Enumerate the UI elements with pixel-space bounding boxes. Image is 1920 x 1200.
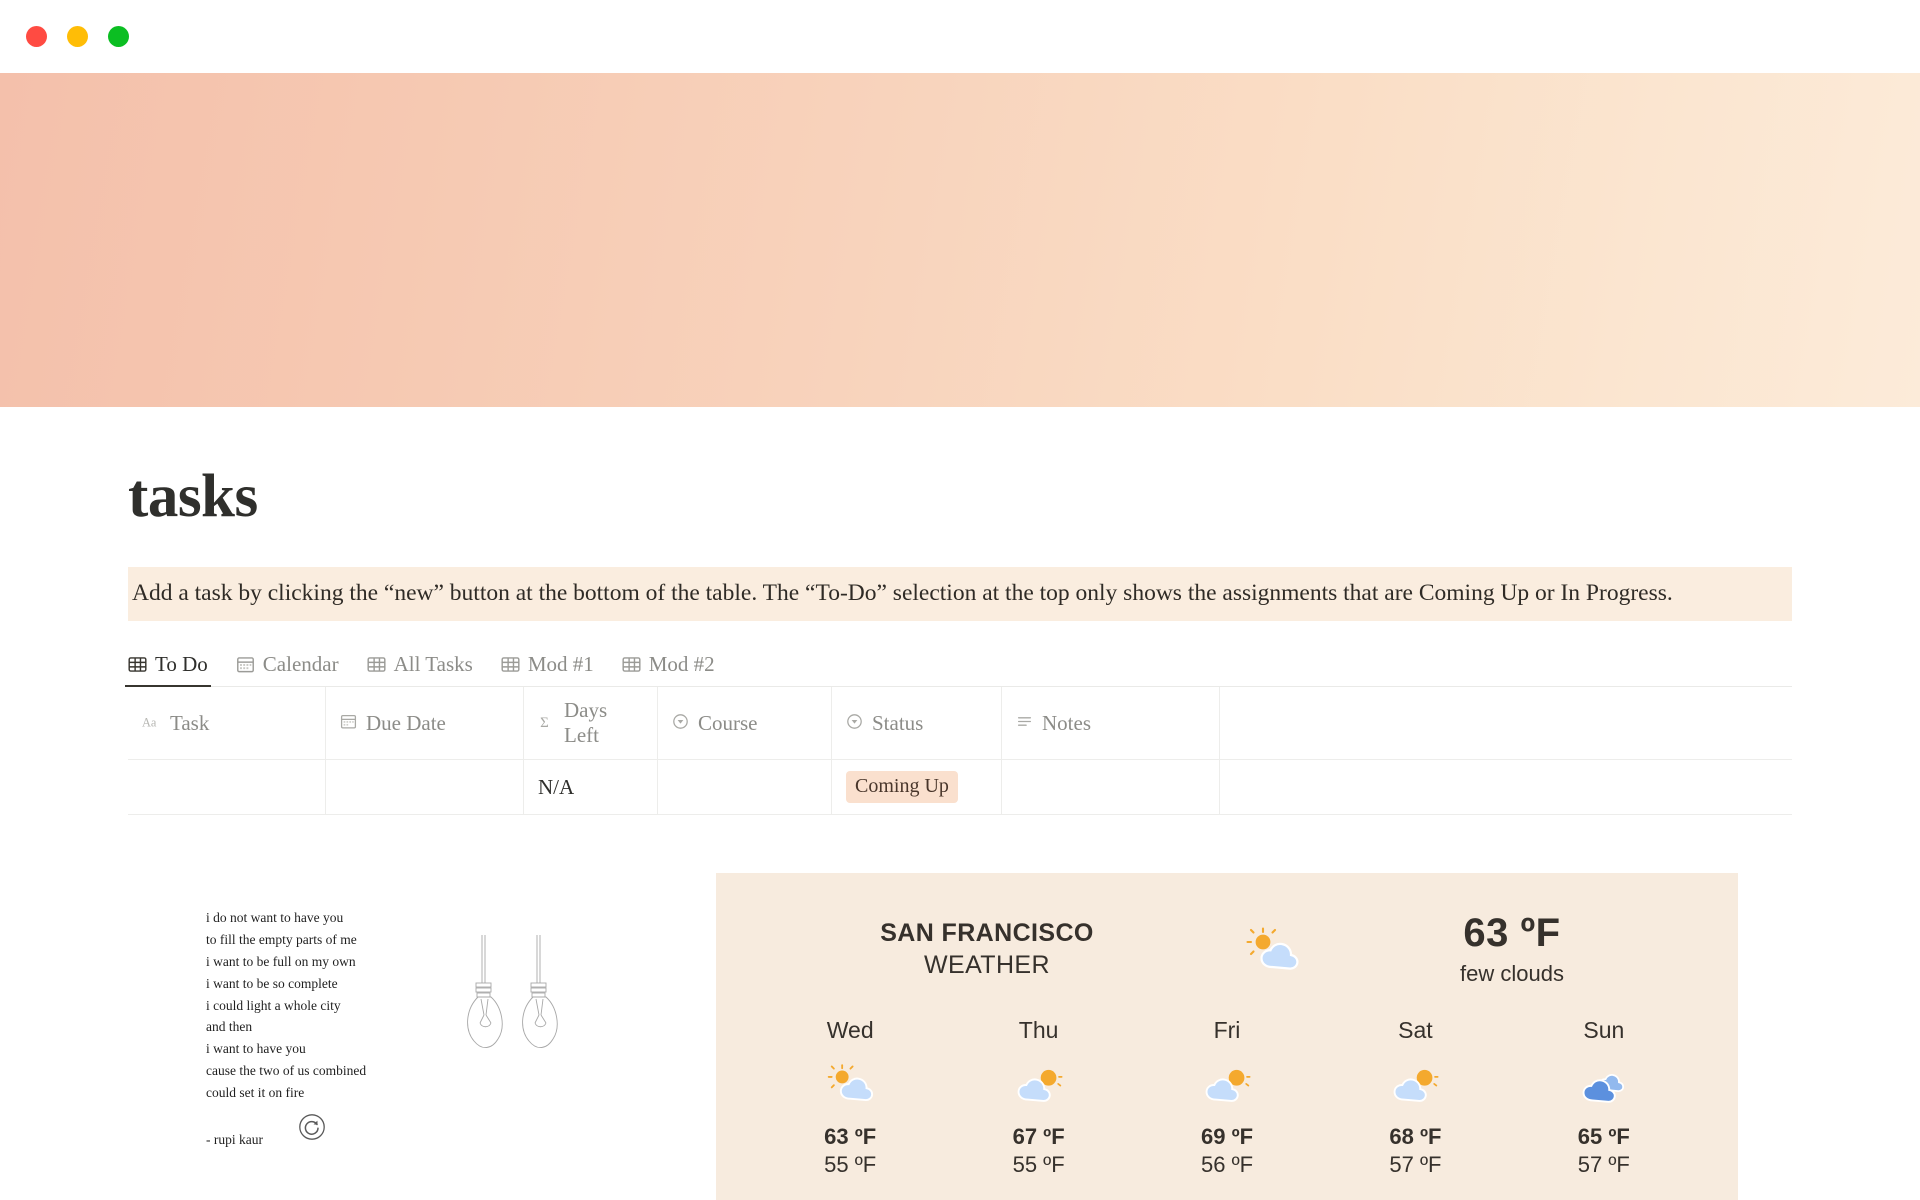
- tab-label: Mod #2: [648, 652, 715, 677]
- column-label: Status: [872, 710, 924, 735]
- minimize-window-button[interactable]: [67, 26, 88, 47]
- calendar-icon: [340, 711, 357, 736]
- column-header-add-property[interactable]: [1220, 687, 1792, 759]
- column-label: Course: [698, 710, 758, 735]
- column-label: Days Left: [564, 698, 608, 748]
- column-header-days-left[interactable]: Σ Days Left: [524, 687, 658, 760]
- cloud-with-sun-right-icon: [1133, 1058, 1321, 1108]
- traffic-lights: [26, 26, 129, 47]
- calendar-icon: [236, 655, 255, 674]
- tab-label: Calendar: [262, 652, 339, 677]
- tab-all-tasks[interactable]: All Tasks: [367, 652, 473, 686]
- cell-status[interactable]: Coming Up: [832, 760, 1002, 815]
- cell-due-date[interactable]: [326, 760, 524, 815]
- weather-city-name: SAN FRANCISCO: [880, 918, 1094, 947]
- formula-sigma-icon: Σ: [538, 711, 555, 736]
- forecast-day-sat: Sat 68 ºF 57 ºF: [1321, 1017, 1509, 1178]
- status-badge: Coming Up: [846, 771, 958, 804]
- weather-forecast-row: Wed 63 ºF 55 ºF Thu 67 ºF 55 ºF Fri 69 º…: [756, 1017, 1698, 1178]
- column-header-due-date[interactable]: Due Date: [326, 687, 524, 760]
- column-header-task[interactable]: Aa Task: [128, 687, 326, 760]
- page-cover-image: [0, 73, 1920, 407]
- forecast-day-thu: Thu 67 ºF 55 ºF: [944, 1017, 1132, 1178]
- forecast-low-temp: 57 ºF: [1389, 1152, 1442, 1178]
- poem-widget: i do not want to have you to fill the em…: [128, 873, 688, 1173]
- tab-label: All Tasks: [393, 652, 473, 677]
- forecast-day-name: Sun: [1583, 1017, 1625, 1044]
- forecast-day-sun: Sun 65 ºF 57 ºF: [1510, 1017, 1698, 1178]
- text-lines-icon: [1016, 711, 1033, 736]
- table-icon: [128, 655, 147, 674]
- tasks-table: Aa Task Due Date Σ Days Left Course Stat…: [128, 687, 1792, 816]
- tab-label: Mod #1: [527, 652, 594, 677]
- page-content: tasks Add a task by clicking the “new” b…: [0, 463, 1920, 1200]
- forecast-low-temp: 55 ºF: [824, 1152, 877, 1178]
- cell-days-left[interactable]: N/A: [524, 760, 658, 815]
- weather-location: SAN FRANCISCO WEATHER: [787, 919, 1187, 980]
- table-icon: [367, 655, 386, 674]
- forecast-high-temp: 69 ºF: [1200, 1124, 1254, 1150]
- column-header-notes[interactable]: Notes: [1002, 687, 1220, 760]
- database-view-tabs: To Do Calendar All Tasks Mod #1 Mod #2: [125, 643, 1792, 688]
- poem-author: - rupi kaur: [206, 1131, 263, 1147]
- forecast-low-temp: 55 ºF: [1012, 1152, 1065, 1178]
- column-label: Notes: [1042, 710, 1091, 735]
- forecast-high-temp: 63 ºF: [824, 1124, 877, 1150]
- weather-current-readout: 63 ºF few clouds: [1357, 911, 1667, 987]
- forecast-low-temp: 56 ºF: [1200, 1152, 1254, 1178]
- column-header-course[interactable]: Course: [658, 687, 832, 760]
- select-chevron-icon: [672, 711, 689, 736]
- bottom-widgets: i do not want to have you to fill the em…: [128, 873, 1792, 1200]
- poem-text: i do not want to have you to fill the em…: [206, 910, 367, 1101]
- sun-behind-cloud-icon: [756, 1058, 944, 1108]
- forecast-day-fri: Fri 69 ºF 56 ºF: [1133, 1017, 1321, 1178]
- table-icon: [622, 655, 641, 674]
- forecast-high-temp: 68 ºF: [1389, 1124, 1442, 1150]
- page-title: tasks: [128, 463, 258, 530]
- weather-current-conditions: SAN FRANCISCO WEATHER 63 ºF few clouds: [756, 903, 1698, 1017]
- column-header-status[interactable]: Status: [832, 687, 1002, 760]
- tab-to-do[interactable]: To Do: [125, 652, 211, 688]
- forecast-high-temp: 65 ºF: [1577, 1124, 1630, 1150]
- forecast-high-temp: 67 ºF: [1012, 1124, 1065, 1150]
- weather-current-temperature: 63 ºF: [1463, 911, 1561, 956]
- forecast-day-name: Wed: [826, 1017, 874, 1044]
- broken-clouds-icon: [1510, 1058, 1698, 1108]
- weather-widget: SAN FRANCISCO WEATHER 63 ºF few clouds W…: [716, 873, 1738, 1200]
- cell-notes[interactable]: [1002, 760, 1220, 815]
- zoom-window-button[interactable]: [108, 26, 129, 47]
- forecast-day-wed: Wed 63 ºF 55 ºF: [756, 1017, 944, 1178]
- table-header-row: Aa Task Due Date Σ Days Left Course Stat…: [128, 687, 1792, 761]
- tab-label: To Do: [155, 652, 208, 677]
- column-label: Due Date: [366, 710, 446, 735]
- forecast-day-name: Sat: [1398, 1017, 1433, 1044]
- forecast-low-temp: 57 ºF: [1577, 1152, 1630, 1178]
- table-row[interactable]: N/A Coming Up: [128, 760, 1792, 816]
- close-window-button[interactable]: [26, 26, 47, 47]
- forecast-day-name: Thu: [1018, 1017, 1059, 1044]
- title-text-icon: Aa: [142, 711, 161, 736]
- sun-behind-cloud-icon: [1187, 925, 1357, 973]
- window-title-bar: [0, 0, 1920, 73]
- weather-subtitle: WEATHER: [924, 950, 1050, 979]
- instruction-callout: Add a task by clicking the “new” button …: [128, 567, 1792, 622]
- cell-course[interactable]: [658, 760, 832, 815]
- cloud-with-sun-right-icon: [944, 1058, 1132, 1108]
- svg-text:Σ: Σ: [540, 714, 549, 729]
- weather-current-description: few clouds: [1460, 961, 1564, 987]
- cell-empty: [1220, 760, 1792, 814]
- table-icon: [501, 655, 520, 674]
- select-chevron-icon: [846, 711, 863, 736]
- svg-text:Aa: Aa: [142, 715, 157, 729]
- tab-mod-2[interactable]: Mod #2: [622, 652, 715, 686]
- forecast-day-name: Fri: [1213, 1017, 1241, 1044]
- column-label: Task: [170, 710, 210, 735]
- tab-mod-1[interactable]: Mod #1: [501, 652, 594, 686]
- cloud-with-sun-right-icon: [1321, 1058, 1509, 1108]
- tab-calendar[interactable]: Calendar: [236, 652, 339, 686]
- cell-task[interactable]: [128, 760, 326, 815]
